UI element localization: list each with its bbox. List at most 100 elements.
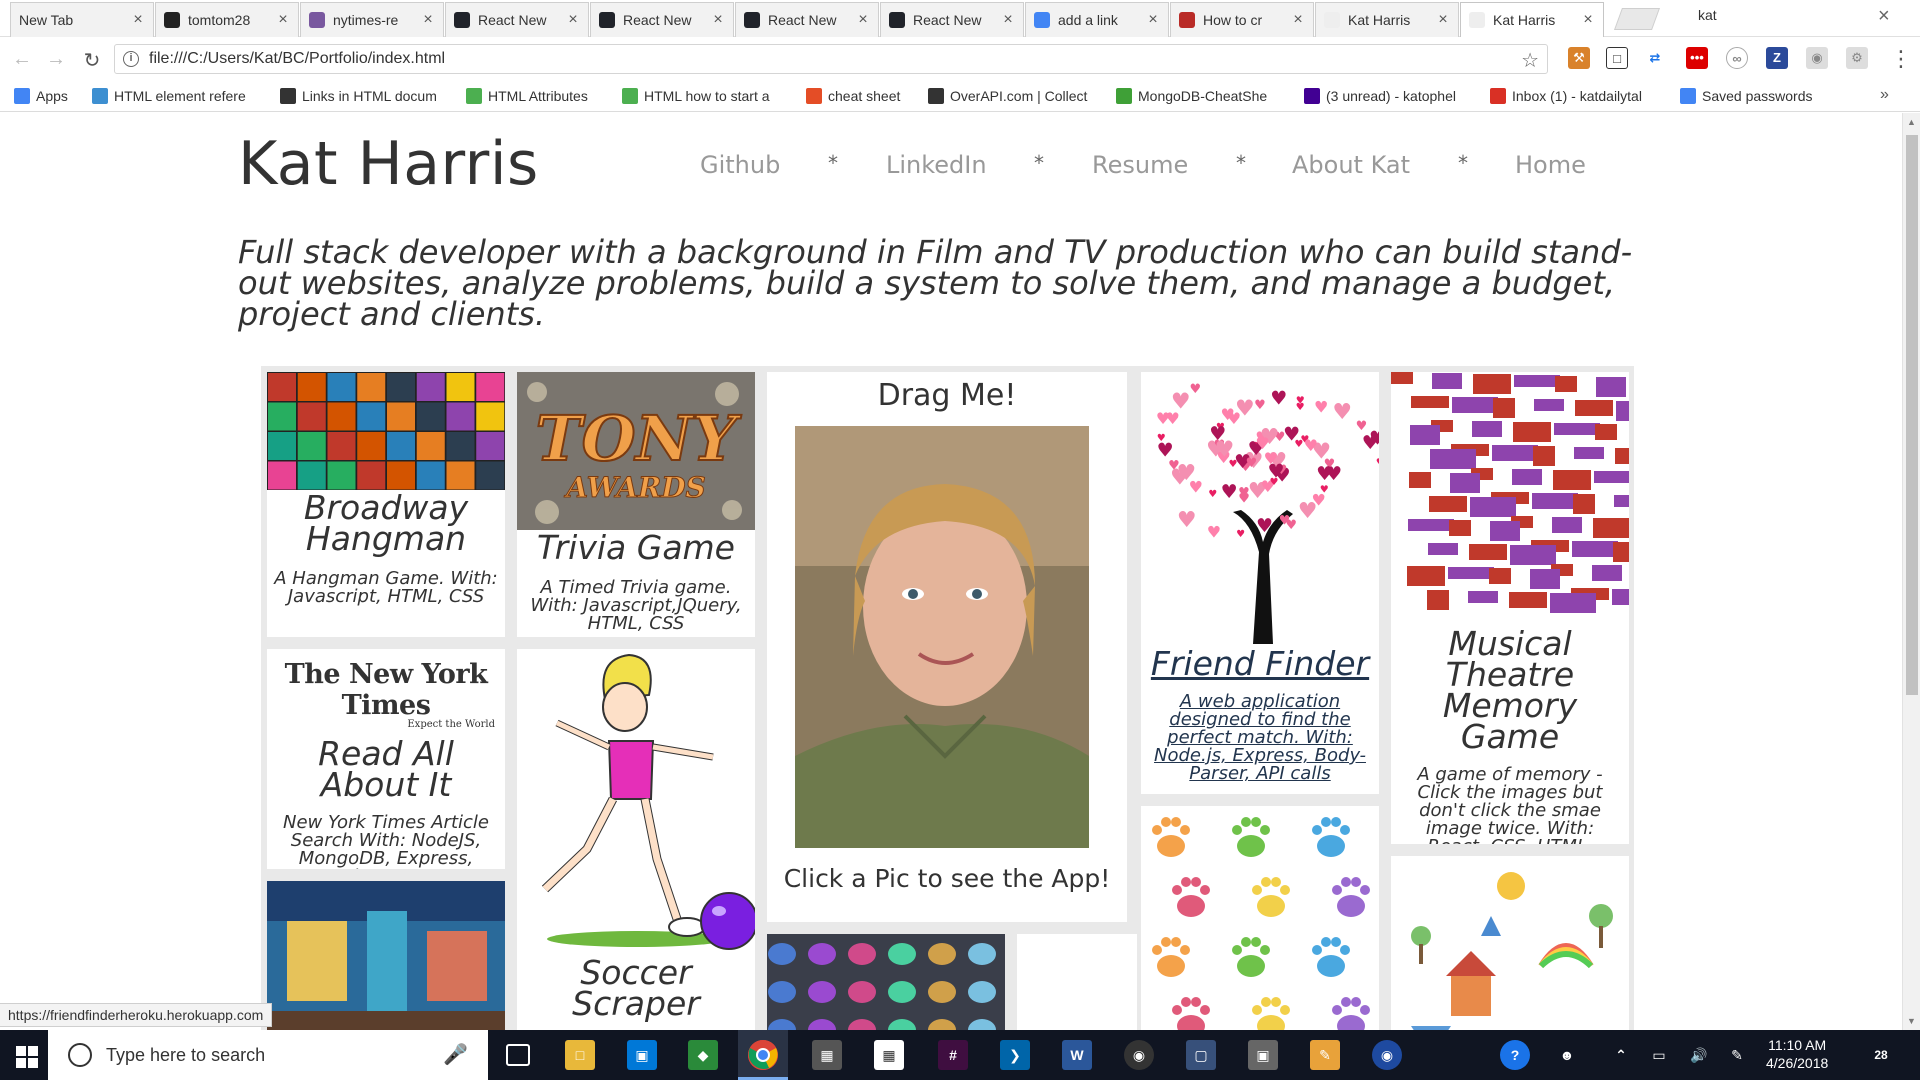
vscode-icon[interactable]: ❯: [1000, 1040, 1030, 1070]
project-card-blank[interactable]: [1017, 934, 1137, 1030]
extension-circle-icon[interactable]: ∞: [1726, 47, 1748, 69]
page-scrollbar[interactable]: ▲ ▼: [1902, 113, 1920, 1030]
app-diamond-icon[interactable]: ◆: [688, 1040, 718, 1070]
extension-screen-icon[interactable]: □: [1606, 47, 1628, 69]
browser-tab[interactable]: React New ×: [590, 2, 734, 37]
microphone-icon[interactable]: 🎤: [443, 1042, 468, 1067]
new-tab-button[interactable]: [1613, 8, 1661, 30]
browser-tab[interactable]: How to cr ×: [1170, 2, 1314, 37]
bookmark-item[interactable]: Links in HTML docum: [280, 88, 437, 104]
extension-camera-icon[interactable]: ◉: [1806, 47, 1828, 69]
apps-shortcut[interactable]: Apps: [14, 88, 68, 104]
project-card-gems[interactable]: [767, 934, 1005, 1030]
browser-tab[interactable]: tomtom28 ×: [155, 2, 299, 37]
bookmark-item[interactable]: OverAPI.com | Collect: [928, 88, 1087, 104]
volume-icon[interactable]: 🔊: [1684, 1040, 1714, 1070]
nav-link-resume[interactable]: Resume: [1092, 151, 1188, 179]
folder-icon[interactable]: ▣: [1248, 1040, 1278, 1070]
back-arrow-icon[interactable]: ←: [10, 48, 34, 71]
app-window-icon[interactable]: ▢: [1186, 1040, 1216, 1070]
tab-close-icon[interactable]: ×: [276, 11, 290, 29]
forward-arrow-icon[interactable]: →: [44, 48, 68, 71]
scrollbar-thumb[interactable]: [1906, 135, 1918, 695]
tab-close-icon[interactable]: ×: [1291, 11, 1305, 29]
bookmark-item[interactable]: MongoDB-CheatShe: [1116, 88, 1267, 104]
taskbar-search[interactable]: Type here to search 🎤: [48, 1030, 488, 1080]
browser-tab[interactable]: React New ×: [445, 2, 589, 37]
browser-tab[interactable]: Kat Harris ×: [1315, 2, 1459, 37]
chrome-menu-icon[interactable]: ⋮: [1890, 46, 1912, 72]
card-description[interactable]: A web application designed to find the p…: [1141, 693, 1379, 783]
project-card-nyt[interactable]: The New York Times Expect the World Read…: [267, 649, 505, 869]
portrait-photo[interactable]: [795, 426, 1089, 848]
project-card-paws[interactable]: [1141, 806, 1379, 1030]
reload-icon[interactable]: ↻: [80, 48, 104, 73]
extension-gear-icon[interactable]: ⚙: [1846, 47, 1868, 69]
window-profile-label[interactable]: kat: [1698, 7, 1717, 23]
project-card-store[interactable]: [267, 881, 505, 1030]
tray-chevron-up-icon[interactable]: ⌃: [1606, 1040, 1636, 1070]
browser-tab[interactable]: React New ×: [880, 2, 1024, 37]
help-icon[interactable]: ?: [1500, 1040, 1530, 1070]
browser-tab[interactable]: React New ×: [735, 2, 879, 37]
tab-close-icon[interactable]: ×: [1146, 11, 1160, 29]
file-explorer-icon[interactable]: □: [565, 1040, 595, 1070]
bookmark-item[interactable]: cheat sheet: [806, 88, 900, 104]
extension-z-icon[interactable]: Z: [1766, 47, 1788, 69]
tab-close-icon[interactable]: ×: [131, 11, 145, 29]
bookmark-item[interactable]: Saved passwords: [1680, 88, 1813, 104]
info-icon[interactable]: i: [123, 51, 139, 67]
browser-tab[interactable]: Kat Harris ×: [1460, 2, 1604, 37]
project-card-drawing[interactable]: [1391, 856, 1629, 1030]
bookmark-item[interactable]: HTML Attributes: [466, 88, 588, 104]
task-view-icon[interactable]: [506, 1044, 530, 1066]
notifications-icon[interactable]: 28: [1866, 1040, 1896, 1070]
bookmark-item[interactable]: Inbox (1) - katdailytal: [1490, 88, 1642, 104]
extension-lastpass-icon[interactable]: •••: [1686, 47, 1708, 69]
tab-close-icon[interactable]: ×: [1001, 11, 1015, 29]
word-icon[interactable]: W: [1062, 1040, 1092, 1070]
tab-close-icon[interactable]: ×: [856, 11, 870, 29]
pen-icon[interactable]: ✎: [1722, 1040, 1752, 1070]
browser-tab[interactable]: New Tab ×: [10, 2, 154, 37]
tab-close-icon[interactable]: ×: [711, 11, 725, 29]
scroll-up-arrow-icon[interactable]: ▲: [1907, 117, 1916, 127]
bookmark-item[interactable]: HTML element refere: [92, 88, 246, 104]
tab-close-icon[interactable]: ×: [566, 11, 580, 29]
project-card-hangman[interactable]: Broadway Hangman A Hangman Game. With: J…: [267, 372, 505, 637]
address-bar[interactable]: i file:///C:/Users/Kat/BC/Portfolio/inde…: [114, 44, 1548, 74]
nav-link-linkedin[interactable]: LinkedIn: [886, 151, 987, 179]
paint-icon[interactable]: ✎: [1310, 1040, 1340, 1070]
project-card-soccer[interactable]: Soccer Scraper pplication: [517, 649, 755, 1030]
project-card-portrait[interactable]: Drag Me! Click a Pic to see the App!: [767, 372, 1127, 922]
nav-link-github[interactable]: Github: [700, 151, 780, 179]
battery-icon[interactable]: ▭: [1644, 1040, 1674, 1070]
system-clock[interactable]: 11:10 AM 4/26/2018: [1766, 1036, 1828, 1072]
bookmark-star-icon[interactable]: ☆: [1521, 48, 1539, 73]
project-card-friend-finder[interactable]: ♥ ♥ ♥ ♥ ♥ ♥ ♥ ♥ ♥ ♥ ♥ ♥ ♥ ♥ ♥ ♥ ♥ ♥ ♥ ♥ ♥ ♥ ♥ ♥ ♥ ♥ ♥ ♥ ♥ ♥ ♥ ♥ ♥ ♥ ♥ ♥ ♥ ♥ ♥ ♥…: [1141, 372, 1379, 794]
scroll-down-arrow-icon[interactable]: ▼: [1907, 1016, 1916, 1026]
extension-arrows-icon[interactable]: ⇄: [1644, 47, 1666, 69]
windows-start-icon[interactable]: [12, 1042, 42, 1072]
window-close-icon[interactable]: ×: [1878, 5, 1890, 28]
tab-close-icon[interactable]: ×: [421, 11, 435, 29]
calendar-icon[interactable]: ▦: [874, 1040, 904, 1070]
calculator-icon[interactable]: ▦: [812, 1040, 842, 1070]
friend-finder-link[interactable]: Friend Finder: [1141, 647, 1379, 680]
github-desktop-icon[interactable]: ◉: [1124, 1040, 1154, 1070]
chrome-taskbar-icon[interactable]: [748, 1040, 778, 1070]
store-icon[interactable]: ▣: [627, 1040, 657, 1070]
bookmarks-overflow-icon[interactable]: »: [1880, 86, 1889, 104]
nav-link-about[interactable]: About Kat: [1292, 151, 1410, 179]
tab-close-icon[interactable]: ×: [1581, 11, 1595, 29]
bookmark-item[interactable]: HTML how to start a: [622, 88, 770, 104]
people-icon[interactable]: ☻: [1552, 1040, 1582, 1070]
browser-tab[interactable]: nytimes-re ×: [300, 2, 444, 37]
project-card-trivia[interactable]: TONY AWARDS Trivia Game A Timed Trivia g…: [517, 372, 755, 637]
project-card-musical[interactable]: Musical Theatre Memory Game A game of me…: [1391, 372, 1629, 844]
browser-tab[interactable]: add a link ×: [1025, 2, 1169, 37]
tab-close-icon[interactable]: ×: [1436, 11, 1450, 29]
app-globe-icon[interactable]: ◉: [1372, 1040, 1402, 1070]
extension-hammer-icon[interactable]: ⚒: [1568, 47, 1590, 69]
slack-icon[interactable]: #: [938, 1040, 968, 1070]
